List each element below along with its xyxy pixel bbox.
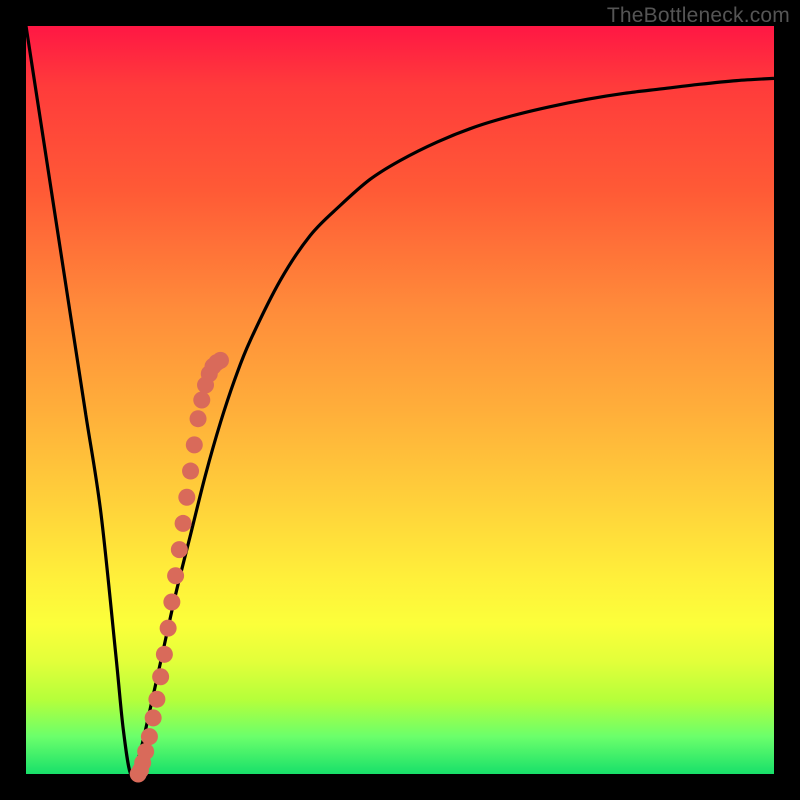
highlight-dot — [167, 567, 184, 584]
highlight-dot — [160, 620, 177, 637]
highlight-dot — [193, 392, 210, 409]
bottleneck-curve — [26, 26, 774, 775]
highlight-dot — [171, 541, 188, 558]
highlight-dot — [175, 515, 192, 532]
highlight-dot — [137, 743, 154, 760]
highlight-dot — [178, 489, 195, 506]
highlight-dot — [212, 352, 229, 369]
highlight-dot — [141, 728, 158, 745]
highlight-dot — [145, 709, 162, 726]
highlight-dot — [163, 593, 180, 610]
highlight-dots — [130, 352, 229, 783]
highlight-dot — [186, 436, 203, 453]
highlight-dot — [148, 691, 165, 708]
highlight-dot — [190, 410, 207, 427]
watermark-text: TheBottleneck.com — [607, 4, 790, 28]
chart-frame: TheBottleneck.com — [0, 0, 800, 800]
highlight-dot — [156, 646, 173, 663]
highlight-dot — [182, 463, 199, 480]
highlight-dot — [152, 668, 169, 685]
chart-plot-area — [26, 26, 774, 774]
chart-svg — [26, 26, 774, 774]
